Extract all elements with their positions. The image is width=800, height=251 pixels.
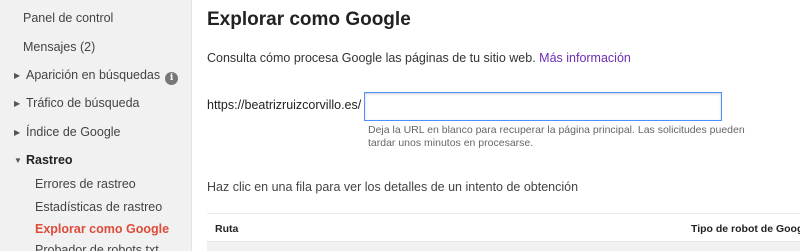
sidebar-item-indice-de-google[interactable]: ▶ Índice de Google bbox=[0, 124, 192, 141]
sidebar-item-estadisticas-de-rastreo[interactable]: Estadísticas de rastreo bbox=[0, 199, 192, 215]
page-description: Consulta cómo procesa Google las páginas… bbox=[207, 51, 631, 65]
url-input[interactable] bbox=[364, 92, 722, 121]
sidebar-item-panel-de-control[interactable]: Panel de control bbox=[0, 10, 192, 26]
column-header-ruta[interactable]: Ruta bbox=[215, 223, 238, 235]
description-text: Consulta cómo procesa Google las páginas… bbox=[207, 51, 536, 65]
sidebar-item-label: Estadísticas de rastreo bbox=[35, 200, 163, 214]
sidebar-item-aparicion-en-busquedas[interactable]: ▶ Aparición en búsquedas i bbox=[0, 67, 192, 85]
sidebar-item-probador-de-robots[interactable]: Probador de robots.txt bbox=[0, 242, 192, 251]
table-row[interactable] bbox=[207, 241, 800, 251]
chevron-right-icon: ▶ bbox=[14, 128, 21, 137]
sidebar-item-rastreo[interactable]: ▼ Rastreo bbox=[0, 152, 192, 169]
sidebar: Panel de control Mensajes (2) ▶ Aparición… bbox=[0, 0, 192, 251]
chevron-right-icon: ▶ bbox=[14, 99, 21, 108]
sidebar-item-label: Errores de rastreo bbox=[35, 177, 136, 191]
sidebar-item-trafico-de-busqueda[interactable]: ▶ Tráfico de búsqueda bbox=[0, 95, 192, 112]
sidebar-item-label: Explorar como Google bbox=[35, 222, 170, 236]
sidebar-item-explorar-como-google[interactable]: Explorar como Google bbox=[0, 221, 192, 237]
sidebar-item-label: Índice de Google bbox=[26, 125, 121, 139]
sidebar-item-label: Panel de control bbox=[23, 11, 114, 25]
sidebar-item-errores-de-rastreo[interactable]: Errores de rastreo bbox=[0, 176, 192, 192]
sidebar-item-label: Tráfico de búsqueda bbox=[26, 96, 140, 110]
sidebar-item-label: Probador de robots.txt bbox=[35, 243, 159, 251]
sidebar-item-label: Rastreo bbox=[26, 153, 73, 167]
column-header-tipo-de-robot[interactable]: Tipo de robot de Goog bbox=[691, 223, 800, 235]
info-icon[interactable]: i bbox=[165, 72, 179, 85]
url-hint: Deja la URL en blanco para recuperar la … bbox=[368, 124, 745, 149]
chevron-down-icon: ▼ bbox=[14, 156, 22, 165]
table-header: Ruta Tipo de robot de Goog bbox=[207, 213, 800, 241]
page-title: Explorar como Google bbox=[207, 9, 411, 30]
sidebar-item-label: Mensajes (2) bbox=[23, 40, 96, 54]
url-prefix: https://beatrizruizcorvillo.es/ bbox=[207, 98, 362, 112]
chevron-right-icon: ▶ bbox=[14, 71, 21, 80]
more-info-link[interactable]: Más información bbox=[539, 51, 631, 65]
table-caption: Haz clic en una fila para ver los detall… bbox=[207, 180, 579, 194]
sidebar-item-label: Aparición en búsquedas bbox=[26, 68, 161, 82]
sidebar-item-mensajes[interactable]: Mensajes (2) bbox=[0, 39, 192, 55]
